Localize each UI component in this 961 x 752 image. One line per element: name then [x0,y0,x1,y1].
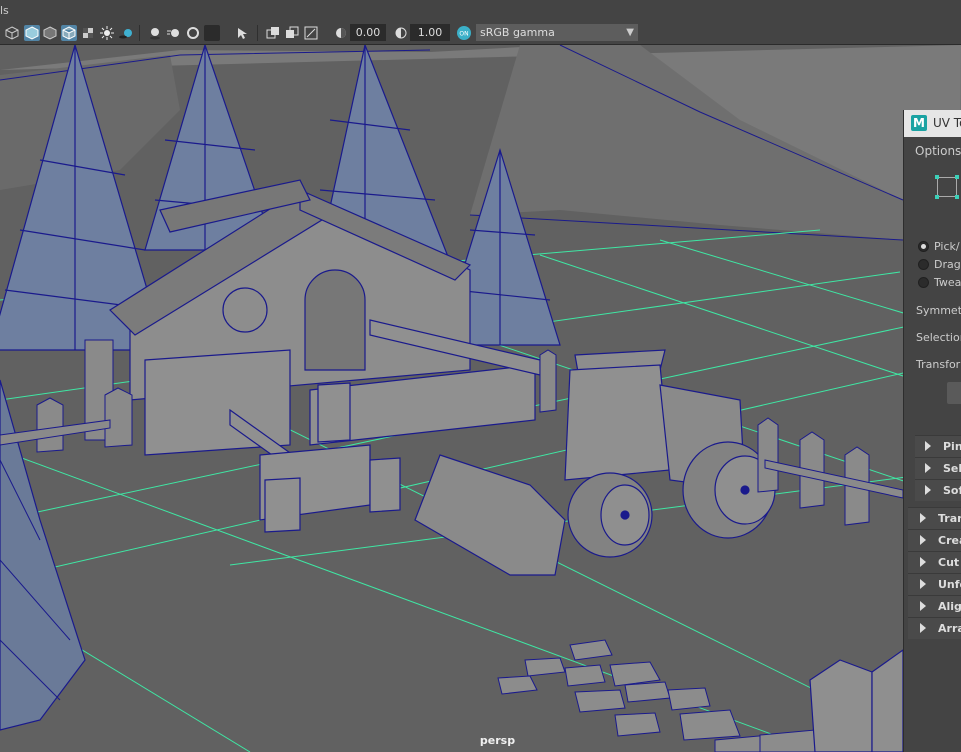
svg-text:ON: ON [459,31,468,38]
xray-components-icon[interactable] [303,25,319,41]
transform-button[interactable] [947,382,961,404]
section-transform[interactable]: Trans [908,507,961,529]
transform-label: Transform [916,358,961,371]
xray-icon[interactable] [265,25,281,41]
radio-drag-label: Drag [934,258,961,271]
uv-toolkit-title: UV To [933,116,961,130]
color-management-value: sRGB gamma [480,26,555,39]
gamma-field[interactable]: 1.00 [410,24,450,41]
camera-label: persp [479,734,516,747]
radio-tweak-label: Twea [934,276,961,289]
chevron-right-icon [920,513,926,523]
chevron-down-icon: ▼ [626,27,634,38]
wireframe-on-shaded-icon[interactable] [61,25,77,41]
section-pin[interactable]: Pin [915,435,961,457]
isolate-select-icon[interactable] [234,25,250,41]
multisample-aa-icon[interactable] [185,25,201,41]
gamma-icon[interactable] [393,25,409,41]
section-cut-and-sew[interactable]: Cut a [908,551,961,573]
section-unfold[interactable]: Unfo [908,573,961,595]
ambient-occlusion-icon[interactable] [147,25,163,41]
symmetry-label: Symmetr [916,304,961,317]
section-arrange-and-layout[interactable]: Arran [908,617,961,639]
chevron-right-icon [920,579,926,589]
options-menu[interactable]: Options [915,144,961,158]
color-management-select[interactable]: sRGB gamma ▼ [476,24,638,41]
xray-joints-icon[interactable] [284,25,300,41]
section-align-and-snap[interactable]: Align [908,595,961,617]
wireframe-cube-icon[interactable] [4,25,20,41]
menu-bar-label[interactable]: ls [0,4,9,17]
chevron-right-icon [925,463,931,473]
maya-logo-icon: M [911,115,927,131]
lights-icon[interactable] [99,25,115,41]
uv-toolkit-title-bar[interactable]: M UV To [904,110,961,137]
uv-toolkit-panel: M UV To Options Pick/ Drag Twea Symmetr … [903,110,961,752]
chevron-right-icon [920,535,926,545]
color-management-toggle-icon[interactable]: ON [456,25,472,41]
radio-pick[interactable] [918,241,929,252]
chevron-right-icon [920,623,926,633]
section-soft[interactable]: Sof [915,479,961,501]
exposure-field[interactable]: 0.00 [350,24,386,41]
chevron-right-icon [920,557,926,567]
depth-of-field-icon[interactable] [204,25,220,41]
chevron-right-icon [925,485,931,495]
viewport-toolbar: 0.00 1.00 ON sRGB gamma ▼ [0,22,961,45]
chevron-right-icon [925,441,931,451]
motion-blur-icon[interactable] [166,25,182,41]
exposure-icon[interactable] [333,25,349,41]
smooth-shade-cube-icon[interactable] [24,25,40,41]
shadows-icon[interactable] [118,25,134,41]
default-material-icon[interactable] [42,25,58,41]
radio-pick-label: Pick/ [934,240,960,253]
textured-icon[interactable] [80,25,96,41]
selection-label: Selection [916,331,961,344]
section-select[interactable]: Sele [915,457,961,479]
chevron-right-icon [920,601,926,611]
radio-tweak[interactable] [918,277,929,288]
menu-bar: ls [0,0,961,22]
section-create[interactable]: Crea [908,529,961,551]
perspective-viewport[interactable] [0,45,961,752]
selection-mode-icon[interactable] [935,175,959,199]
radio-drag[interactable] [918,259,929,270]
